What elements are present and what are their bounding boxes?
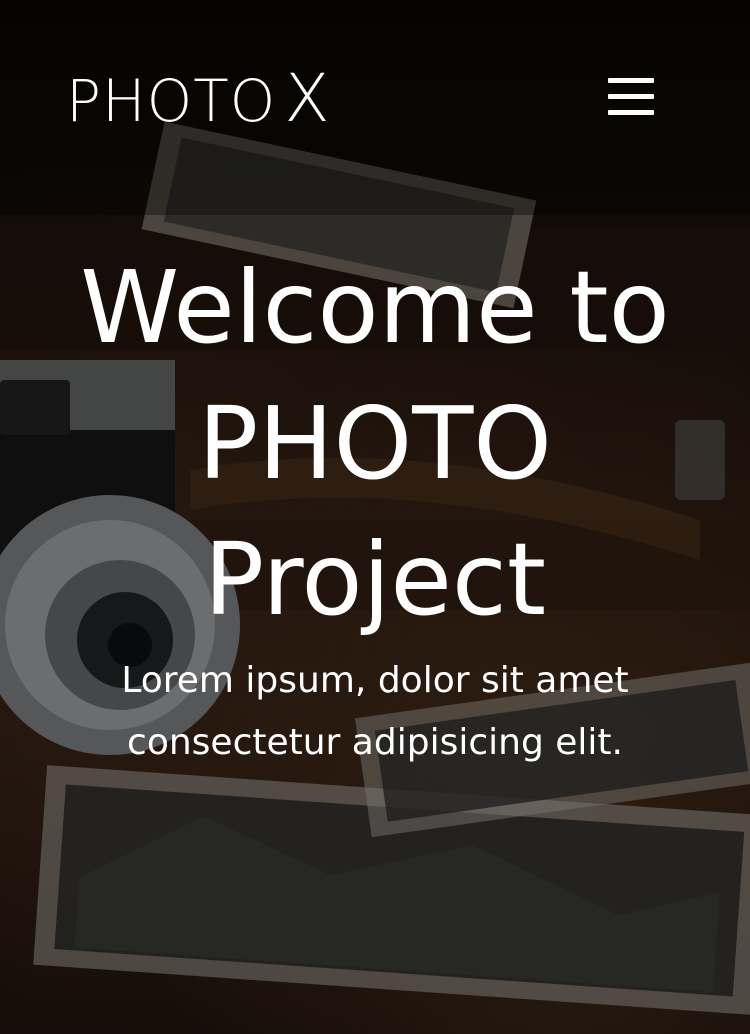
logo-text: PHOTO (66, 67, 277, 135)
menu-bar (608, 78, 654, 83)
brand-logo[interactable]: PHOTO X (66, 66, 331, 132)
hero-subtitle: Lorem ipsum, dolor sit amet consectetur … (121, 660, 629, 763)
logo-mark: X (284, 60, 331, 137)
menu-bar (608, 110, 654, 115)
menu-bar (608, 94, 654, 99)
navbar: PHOTO X (0, 0, 750, 215)
hero-section: PHOTO X Welcome to PHOTO Project Lorem ip… (0, 0, 750, 1034)
hero-headline: Welcome to PHOTO Project (80, 249, 670, 638)
hamburger-menu-icon[interactable] (604, 76, 656, 118)
